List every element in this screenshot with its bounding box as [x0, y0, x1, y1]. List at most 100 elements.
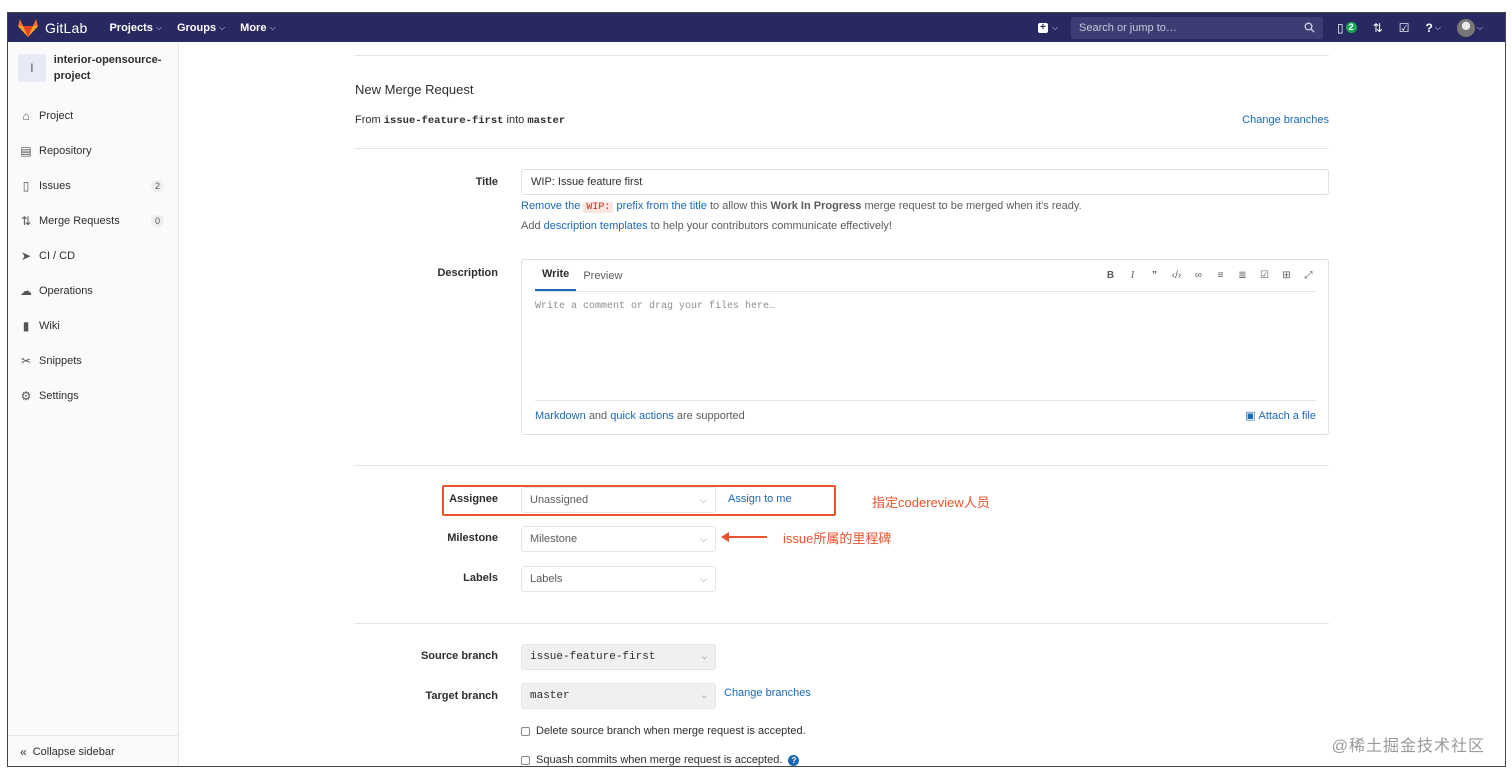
- target-branch-dropdown[interactable]: master ⌵: [521, 683, 716, 709]
- task-list-icon[interactable]: ☑: [1259, 270, 1270, 281]
- and-text: and: [588, 409, 608, 422]
- into-label: into: [506, 114, 525, 126]
- bold-icon[interactable]: B: [1105, 270, 1116, 281]
- table-icon[interactable]: ⊞: [1281, 270, 1292, 281]
- source-branch-value: issue-feature-first: [530, 651, 656, 663]
- sidebar-item-snippets[interactable]: ✂ Snippets: [8, 343, 178, 378]
- divider: [355, 55, 1329, 56]
- brand-name: GitLab: [45, 19, 88, 36]
- target-branch-value: master: [530, 690, 570, 702]
- gear-icon: ⚙: [20, 388, 32, 403]
- labels-dropdown[interactable]: Labels ⌵: [521, 566, 716, 592]
- attach-file-button[interactable]: ▣ Attach a file: [1245, 409, 1316, 423]
- tab-write[interactable]: Write: [535, 268, 577, 291]
- change-branches-link[interactable]: Change branches: [1242, 114, 1329, 126]
- sidebar-item-project[interactable]: ⌂ Project: [8, 98, 178, 133]
- search-icon: [1304, 22, 1315, 33]
- target-branch-name: master: [527, 115, 566, 127]
- wip-hint: Remove the WIP: prefix from the title to…: [521, 200, 1082, 213]
- annotation-arrow: [721, 532, 767, 542]
- user-menu-button[interactable]: ⌵: [1456, 18, 1483, 37]
- markdown-hint: Markdown and quick actions are supported: [535, 410, 745, 422]
- sidebar-item-issues[interactable]: ▯ Issues 2: [8, 168, 178, 203]
- sidebar-item-label: Merge Requests: [39, 214, 120, 227]
- nav-projects[interactable]: Projects ⌵: [109, 22, 162, 34]
- sidebar-item-operations[interactable]: ☁ Operations: [8, 273, 178, 308]
- gitlab-logo[interactable]: GitLab: [18, 18, 88, 37]
- code-icon[interactable]: ‹/›: [1171, 270, 1182, 281]
- labels-value: Labels: [530, 573, 563, 585]
- nav-groups-label: Groups: [176, 21, 217, 34]
- sidebar-item-merge-requests[interactable]: ⇅ Merge Requests 0: [8, 203, 178, 238]
- bullet-list-icon[interactable]: ≡: [1215, 270, 1226, 281]
- link-icon[interactable]: ∞: [1193, 270, 1204, 281]
- nav-groups[interactable]: Groups ⌵: [177, 22, 225, 34]
- markdown-link[interactable]: Markdown: [535, 410, 586, 422]
- merge-requests-nav-button[interactable]: ⇅: [1373, 21, 1383, 35]
- wip-code: WIP:: [583, 202, 614, 213]
- sidebar-item-wiki[interactable]: ▮ Wiki: [8, 308, 178, 343]
- quote-icon[interactable]: ”: [1149, 270, 1160, 281]
- issues-count-badge: 2: [150, 179, 164, 192]
- sidebar-item-label: Wiki: [39, 319, 60, 332]
- nav-more-label: More: [240, 21, 267, 34]
- title-input-value: WIP: Issue feature first: [531, 176, 643, 188]
- help-icon[interactable]: ?: [788, 754, 800, 766]
- delete-source-branch-option[interactable]: Delete source branch when merge request …: [521, 725, 806, 737]
- source-branch-name: issue-feature-first: [383, 115, 504, 127]
- issues-icon: ▯: [1337, 20, 1344, 35]
- source-branch-dropdown[interactable]: issue-feature-first ⌵: [521, 644, 716, 670]
- add-text: Add: [521, 220, 541, 232]
- nav-more[interactable]: More ⌵: [240, 22, 275, 34]
- page-title: New Merge Request: [355, 82, 474, 97]
- fullscreen-icon[interactable]: ⤢: [1303, 270, 1314, 281]
- issues-nav-button[interactable]: ▯ 2: [1337, 21, 1357, 35]
- tab-preview[interactable]: Preview: [576, 270, 629, 291]
- sidebar-project-header[interactable]: I interior-opensource-project: [8, 42, 178, 87]
- new-dropdown-button[interactable]: + ⌵: [1037, 22, 1059, 33]
- sidebar-item-repository[interactable]: ▤ Repository: [8, 133, 178, 168]
- numbered-list-icon[interactable]: ≣: [1237, 270, 1248, 281]
- nav-projects-label: Projects: [109, 21, 153, 34]
- target-branch-label: Target branch: [425, 690, 498, 702]
- watermark: @稀土掘金技术社区: [1331, 738, 1485, 755]
- editor-footer: Markdown and quick actions are supported…: [535, 400, 1316, 430]
- merge-request-icon: ⇅: [1372, 20, 1383, 35]
- chevron-down-icon: ⌵: [219, 22, 226, 32]
- squash-commits-checkbox[interactable]: [521, 755, 530, 765]
- search-placeholder: Search or jump to…: [1079, 21, 1177, 34]
- remove-wip-link[interactable]: Remove the WIP: prefix from the title: [521, 200, 707, 213]
- squash-commits-option[interactable]: Squash commits when merge request is acc…: [521, 754, 800, 766]
- collapse-sidebar-button[interactable]: « Collapse sidebar: [8, 735, 178, 766]
- wip-bold-text: Work In Progress: [770, 200, 862, 212]
- merge-request-icon: ⇅: [20, 213, 32, 228]
- remove-the-text: Remove the: [521, 200, 581, 212]
- templates-hint: Add description templates to help your c…: [521, 220, 892, 232]
- prefix-from-title-text: prefix from the title: [616, 200, 707, 212]
- chevron-down-icon: ⌵: [700, 533, 707, 544]
- change-branches-link-bottom[interactable]: Change branches: [724, 687, 811, 699]
- sidebar-item-label: Repository: [39, 144, 92, 157]
- chevron-down-icon: ⌵: [1434, 22, 1441, 32]
- help-nav-button[interactable]: ? ⌵: [1426, 21, 1441, 35]
- sidebar-item-ci-cd[interactable]: ➤ CI / CD: [8, 238, 178, 273]
- help-icon: ?: [1425, 20, 1433, 35]
- merge-requests-count-badge: 0: [150, 214, 164, 227]
- milestone-dropdown[interactable]: Milestone ⌵: [521, 526, 716, 552]
- branch-summary: From issue-feature-first into master: [355, 114, 565, 127]
- quick-actions-link[interactable]: quick actions: [610, 410, 674, 422]
- supported-text: are supported: [676, 409, 745, 422]
- chevron-down-icon: ⌵: [701, 691, 707, 701]
- search-input[interactable]: Search or jump to…: [1071, 16, 1324, 39]
- double-chevron-left-icon: «: [20, 745, 27, 759]
- description-templates-link[interactable]: description templates: [544, 220, 648, 232]
- sidebar-item-settings[interactable]: ⚙ Settings: [8, 378, 178, 413]
- chevron-down-icon: ⌵: [155, 22, 162, 32]
- title-input[interactable]: WIP: Issue feature first: [521, 169, 1329, 195]
- italic-icon[interactable]: I: [1127, 270, 1138, 281]
- description-textarea[interactable]: Write a comment or drag your files here…: [535, 301, 775, 312]
- document-icon: ▤: [20, 143, 32, 158]
- delete-source-checkbox[interactable]: [521, 726, 530, 736]
- chevron-down-icon: ⌵: [1051, 22, 1059, 32]
- todos-nav-button[interactable]: ☑: [1399, 21, 1410, 35]
